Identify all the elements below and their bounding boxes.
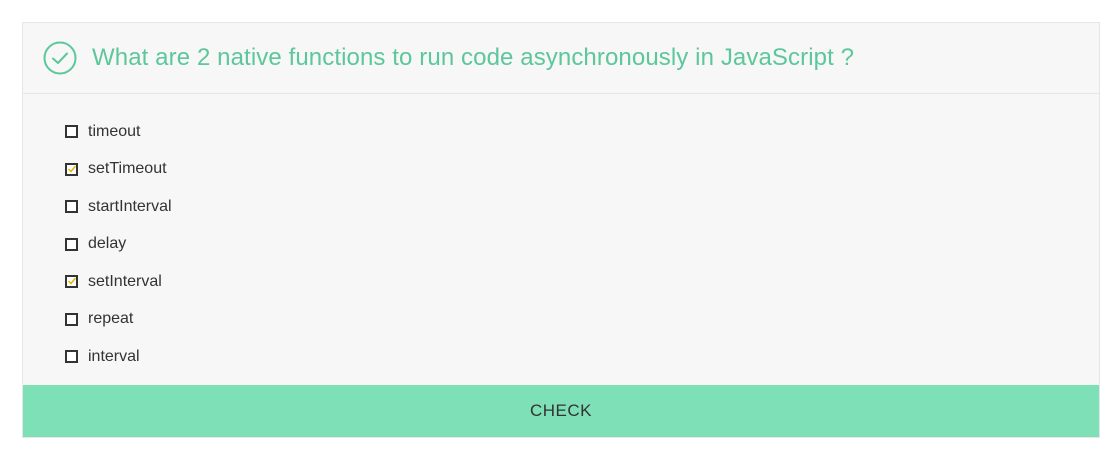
checkbox[interactable] [65,162,78,176]
checkbox[interactable] [65,125,78,139]
option-delay[interactable]: delay [65,226,172,264]
option-label: setTimeout [88,160,167,178]
check-button[interactable]: CHECK [23,385,1099,437]
option-settimeout[interactable]: setTimeout [65,151,172,189]
option-label: interval [88,347,140,365]
checkbox[interactable] [65,237,78,251]
checkbox[interactable] [65,312,78,326]
option-label: setInterval [88,272,162,290]
checkmark-icon [68,277,76,285]
options-list: timeout setTimeout startInterval delay s… [65,113,172,376]
checkbox[interactable] [65,275,78,289]
checkbox[interactable] [65,200,78,214]
option-startinterval[interactable]: startInterval [65,188,172,226]
check-circle-icon [43,41,77,75]
checkbox[interactable] [65,350,78,364]
option-timeout[interactable]: timeout [65,113,172,151]
question-text: What are 2 native functions to run code … [92,44,855,71]
option-label: repeat [88,310,134,328]
option-repeat[interactable]: repeat [65,301,172,339]
option-label: delay [88,235,127,253]
quiz-header: What are 2 native functions to run code … [23,23,1099,94]
option-setinterval[interactable]: setInterval [65,263,172,301]
option-label: timeout [88,122,141,140]
option-label: startInterval [88,197,172,215]
checkmark-icon [68,165,76,173]
quiz-card: What are 2 native functions to run code … [22,22,1100,438]
option-interval[interactable]: interval [65,338,172,376]
